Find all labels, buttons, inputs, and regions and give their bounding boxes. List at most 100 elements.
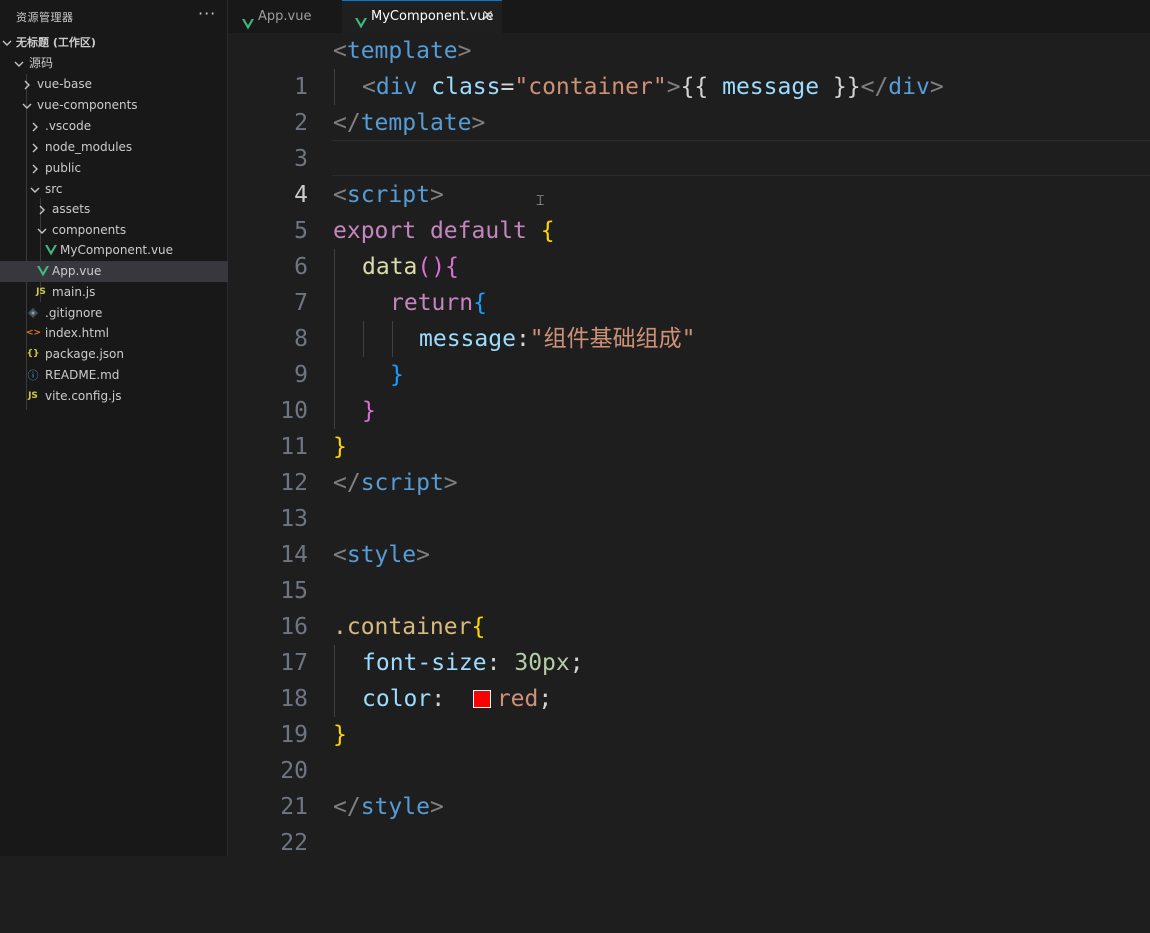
chevron-down-icon [14, 53, 24, 74]
workspace-label: 无标题 (工作区) [16, 36, 96, 49]
workspace-root[interactable]: 无标题 (工作区) [0, 32, 228, 53]
tree-file-app-vue[interactable]: App.vue [0, 261, 228, 282]
code-text: return{ [390, 290, 487, 316]
tree-file-index-html[interactable]: <> index.html [0, 323, 228, 344]
tree-folder-node-modules[interactable]: node_modules [0, 137, 228, 158]
tree-label: node_modules [45, 140, 133, 154]
code-line: 22 </style> [228, 789, 1150, 856]
code-line: 3 </template> [228, 105, 1150, 172]
tree-label: README.md [45, 368, 120, 382]
html-file-icon: <> [26, 328, 42, 338]
tree-folder-components[interactable]: components [0, 220, 228, 241]
code-line: 14 [228, 501, 1150, 568]
tree-folder-vue-components[interactable]: vue-components [0, 95, 228, 116]
git-file-icon [26, 303, 40, 324]
code-text: </script> [333, 470, 458, 496]
chevron-right-icon [30, 137, 40, 158]
chevron-down-icon [37, 220, 47, 241]
text-cursor-icon: ⌶ [536, 193, 545, 209]
tree-label: App.vue [52, 264, 102, 278]
code-line: 9 message:"组件基础组成" [228, 321, 1150, 388]
chevron-right-icon [30, 116, 40, 137]
explorer-title: 资源管理器 [16, 11, 74, 24]
code-text: } [362, 398, 376, 424]
code-text: export default { [333, 218, 555, 244]
code-line: 19 color: red; [228, 681, 1150, 748]
code-text: } [333, 434, 347, 460]
code-line: 7 data(){ [228, 249, 1150, 316]
tree-label: public [45, 161, 82, 175]
tree-file-mycomponent[interactable]: MyComponent.vue [0, 240, 228, 261]
tab-app-vue[interactable]: App.vue [228, 0, 340, 33]
code-editor[interactable]: 1 <template> 2 <div class="container">{{… [228, 33, 1150, 856]
code-text: </style> [333, 794, 444, 820]
code-line: 15 <style> [228, 537, 1150, 604]
code-text: message:"组件基础组成" [419, 326, 696, 352]
code-text: } [390, 362, 404, 388]
code-text: <script> [333, 182, 444, 208]
tree-folder-public[interactable]: public [0, 158, 228, 179]
close-icon[interactable]: ✕ [482, 1, 494, 32]
chevron-down-icon [30, 179, 40, 200]
code-line: 4 [228, 141, 1150, 208]
code-line: 13 </script> [228, 465, 1150, 532]
tree-label: .vscode [45, 119, 92, 133]
code-text: color: red; [362, 686, 553, 712]
js-file-icon: JS [36, 287, 46, 297]
chevron-down-icon [2, 32, 12, 53]
chevron-right-icon [37, 199, 47, 220]
more-actions-icon[interactable]: ··· [198, 4, 216, 23]
code-line: 17 .container{ [228, 609, 1150, 676]
tree-label: vue-components [37, 98, 138, 112]
chevron-right-icon [22, 74, 32, 95]
chevron-down-icon [22, 95, 32, 116]
code-text: </template> [333, 110, 486, 136]
code-line: 6 export default { [228, 213, 1150, 280]
tab-mycomponent-vue[interactable]: MyComponent.vue ✕ [342, 0, 502, 33]
tree-label: vite.config.js [45, 389, 122, 403]
tree-folder-vscode[interactable]: .vscode [0, 116, 228, 137]
tree-file-vite-config[interactable]: JS vite.config.js [0, 386, 228, 407]
code-text: <template> [333, 38, 472, 64]
code-text: data(){ [362, 254, 459, 280]
code-text: font-size: 30px; [362, 650, 584, 676]
code-text: <style> [333, 542, 430, 568]
code-line: 8 return{ [228, 285, 1150, 352]
js-file-icon: JS [28, 391, 38, 401]
tree-label: vue-base [37, 77, 93, 91]
tree-label: src [45, 182, 63, 196]
code-line: 11 } [228, 393, 1150, 460]
tree-file-gitignore[interactable]: .gitignore [0, 303, 228, 324]
tree-label: components [52, 223, 127, 237]
code-line: 12 } [228, 429, 1150, 496]
tree-folder-vue-base[interactable]: vue-base [0, 74, 228, 95]
code-line: 18 font-size: 30px; [228, 645, 1150, 712]
tree-label: index.html [45, 326, 109, 340]
info-file-icon: ⓘ [27, 369, 39, 382]
tree-folder-source[interactable]: 源码 [0, 53, 228, 74]
explorer-header: 资源管理器 ··· [0, 0, 228, 32]
tree-label: 源码 [29, 56, 54, 70]
editor-tab-bar: App.vue MyComponent.vue ✕ [228, 0, 1150, 33]
explorer-sidebar: 资源管理器 ··· 无标题 (工作区) 源码 vue-base vue-comp… [0, 0, 228, 856]
tree-label: assets [52, 202, 91, 216]
tree-folder-assets[interactable]: assets [0, 199, 228, 220]
tree-file-package-json[interactable]: {} package.json [0, 344, 228, 365]
code-line: 5 <script> [228, 177, 1150, 244]
tree-label: .gitignore [45, 306, 103, 320]
chevron-right-icon [30, 158, 40, 179]
code-text: <div class="container">{{ message }}</di… [362, 74, 944, 100]
code-line: 10 } [228, 357, 1150, 424]
code-text: .container{ [333, 614, 486, 640]
code-line: 2 <div class="container">{{ message }}</… [228, 69, 1150, 136]
tab-label: MyComponent.vue [371, 9, 494, 24]
code-line: 20 } [228, 717, 1150, 784]
tree-file-readme[interactable]: ⓘ README.md [0, 365, 228, 386]
tree-folder-src[interactable]: src [0, 179, 228, 200]
vue-file-icon [36, 261, 50, 282]
vue-file-icon [44, 240, 58, 261]
json-file-icon: {} [26, 349, 40, 359]
color-swatch[interactable] [472, 690, 491, 708]
code-line: 1 <template> [228, 33, 1150, 100]
tree-file-main-js[interactable]: JS main.js [0, 282, 228, 303]
